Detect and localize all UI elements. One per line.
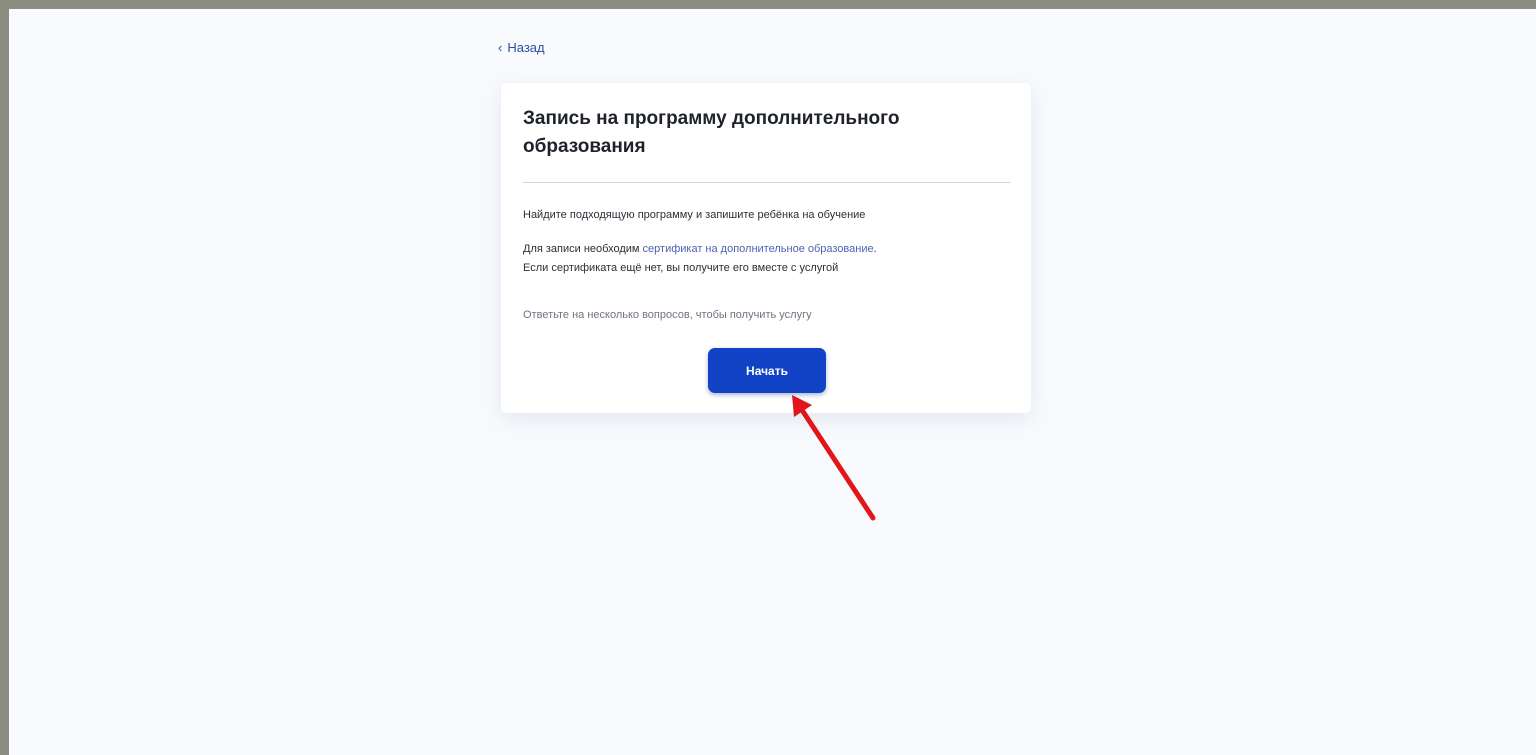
certificate-text-line2: Если сертификата ещё нет, вы получите ег… bbox=[523, 262, 839, 274]
certificate-text-prefix: Для записи необходим bbox=[523, 243, 643, 255]
hint-text: Ответьте на несколько вопросов, чтобы по… bbox=[523, 309, 812, 321]
certificate-text: Для записи необходим сертификат на допол… bbox=[523, 240, 877, 278]
back-link[interactable]: ‹ Назад bbox=[498, 40, 545, 55]
chevron-left-icon: ‹ bbox=[498, 40, 503, 55]
page-background: ‹ Назад Запись на программу дополнительн… bbox=[9, 9, 1536, 755]
page-title: Запись на программу дополнительного обра… bbox=[523, 108, 900, 157]
back-link-label: Назад bbox=[507, 40, 545, 55]
service-card: Запись на программу дополнительного обра… bbox=[501, 83, 1031, 413]
certificate-link[interactable]: сертификат на дополнительное образование bbox=[643, 243, 874, 255]
intro-text: Найдите подходящую программу и запишите … bbox=[523, 209, 866, 221]
title-divider bbox=[523, 182, 1010, 183]
certificate-text-suffix: . bbox=[873, 243, 877, 255]
start-button[interactable]: Начать bbox=[708, 348, 826, 393]
